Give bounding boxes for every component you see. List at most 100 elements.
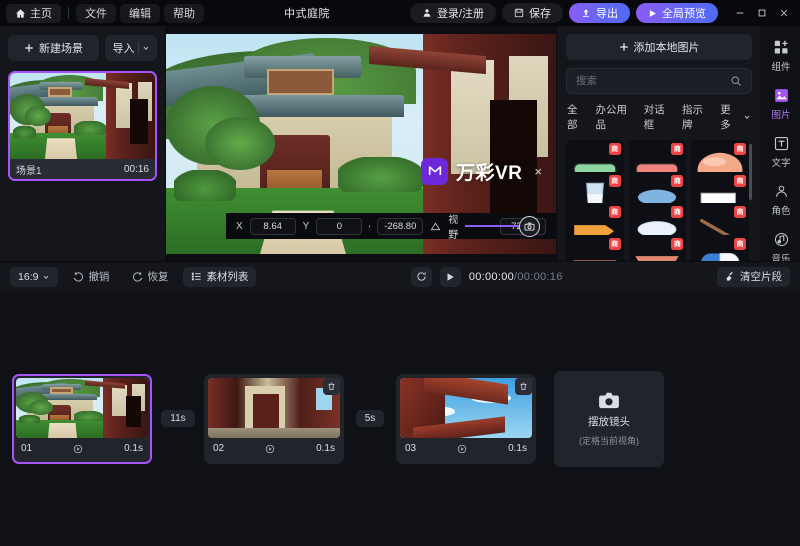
timeline-clip[interactable]: 01 0.1s (12, 373, 152, 464)
clip-play-icon[interactable] (73, 444, 83, 454)
clear-clips-button[interactable]: 清空片段 (717, 266, 790, 287)
upload-icon (581, 8, 591, 18)
menu-file[interactable]: 文件 (76, 3, 116, 23)
timeline-clip[interactable]: 02 0.1s (204, 373, 344, 464)
brand-logo-icon (421, 157, 448, 185)
commercial-badge: 商 (608, 206, 621, 218)
minimize-button[interactable] (730, 3, 750, 23)
redo-button[interactable]: 恢复 (124, 267, 176, 287)
current-time: 00:00:00 (468, 270, 515, 283)
clip-gap[interactable]: 11s (152, 410, 204, 427)
home-button[interactable]: 主页 (6, 3, 61, 23)
fov-slider[interactable] (465, 215, 541, 237)
category-office[interactable]: 办公用品 (596, 102, 635, 132)
export-button[interactable]: 导出 (569, 3, 630, 23)
clip-delete-icon[interactable] (323, 377, 340, 395)
timeline-toolbar: 16:9 撤销 恢复 素材列表 00:00:00/00:00:16 清空片段 (0, 261, 800, 291)
clip-thumbnail (400, 377, 532, 438)
watermark-text: 万彩VR (456, 162, 523, 184)
scene-name: 场景1 (16, 165, 42, 177)
close-button[interactable] (774, 3, 794, 23)
search-input[interactable] (576, 75, 725, 87)
global-preview-button[interactable]: 全局预览 (636, 3, 718, 23)
menu-edit[interactable]: 编辑 (120, 3, 160, 23)
undo-icon (73, 271, 84, 282)
y-input[interactable]: 0 (316, 217, 363, 235)
rail-item-text[interactable]: 文字 (762, 134, 800, 169)
assets-panel: 添加本地图片 全部 办公用品 对话框 指示牌 更多 (556, 26, 761, 261)
clip-artwork (16, 377, 148, 438)
rail-item-music[interactable]: 音乐 (762, 230, 800, 265)
asset-item[interactable]: 商 (566, 234, 624, 261)
scene-meta: 场景1 00:16 (10, 159, 155, 179)
clip-play-icon[interactable] (457, 444, 467, 454)
category-all[interactable]: 全部 (567, 102, 587, 132)
commercial-badge: 商 (671, 237, 684, 250)
clip-delete-icon[interactable] (515, 377, 532, 395)
camera-icon (598, 391, 620, 409)
commercial-badge: 商 (671, 174, 684, 187)
clip-duration: 0.1s (124, 443, 143, 454)
category-dialog[interactable]: 对话框 (644, 102, 673, 132)
rail-item-components[interactable]: 组件 (762, 38, 800, 73)
clip-gap[interactable]: 5s (344, 410, 396, 427)
undo-label: 撤销 (88, 271, 110, 283)
main-body: 新建场景 导入 场景1 00:16 万彩VR × X 8.64 Y 0 -268… (0, 26, 800, 313)
add-local-image-button[interactable]: 添加本地图片 (566, 34, 752, 60)
asset-item[interactable]: 商 (628, 234, 687, 261)
asset-grid[interactable]: 商 商 商 商 商 商 商 商 商 商 商 商 (566, 140, 752, 261)
commercial-badge: 商 (608, 174, 621, 187)
login-label: 登录/注册 (436, 8, 484, 20)
slider-handle-camera-icon[interactable] (519, 215, 541, 237)
asset-grid-scrollbar[interactable] (749, 144, 752, 200)
watermark: 万彩VR × (421, 157, 542, 185)
scene-duration: 00:16 (123, 163, 149, 175)
clip-thumbnail (208, 377, 340, 438)
save-button[interactable]: 保存 (502, 3, 563, 23)
watermark-close-icon[interactable]: × (534, 164, 542, 179)
aspect-ratio-dropdown[interactable]: 16:9 (10, 266, 59, 287)
category-sign[interactable]: 指示牌 (682, 102, 711, 132)
new-scene-label: 新建场景 (39, 43, 83, 55)
play-button[interactable] (439, 266, 461, 287)
commercial-badge: 商 (734, 174, 746, 187)
search-icon[interactable] (730, 75, 742, 87)
clip-duration: 0.1s (508, 443, 527, 454)
z-input[interactable]: -268.80 (377, 217, 424, 235)
clip-play-icon[interactable] (265, 444, 275, 454)
scene-card[interactable]: 场景1 00:16 (8, 71, 157, 181)
x-input[interactable]: 8.64 (249, 217, 296, 235)
maximize-button[interactable] (752, 3, 772, 23)
menu-help[interactable]: 帮助 (164, 3, 204, 23)
save-label: 保存 (529, 8, 551, 20)
gap-duration: 5s (355, 410, 385, 427)
list-icon (191, 271, 202, 282)
add-camera-title: 摆放镜头 (588, 415, 630, 428)
rail-item-character[interactable]: 角色 (762, 182, 800, 217)
asset-item[interactable]: 商 (691, 234, 749, 261)
loop-button[interactable] (410, 266, 432, 287)
export-label: 导出 (596, 8, 618, 20)
menu-edit-label: 编辑 (129, 8, 151, 20)
timeline-track[interactable]: 01 0.1s 11s 02 0.1s 5s 03 0.1s 摆放镜头 (定格当… (0, 291, 800, 546)
commercial-badge: 商 (734, 143, 746, 155)
rail-item-images[interactable]: 图片 (762, 86, 800, 121)
undo-button[interactable]: 撤销 (65, 267, 117, 287)
add-camera-button[interactable]: 摆放镜头 (定格当前视角) (554, 370, 664, 467)
material-list-button[interactable]: 素材列表 (183, 266, 257, 287)
home-label: 主页 (30, 8, 52, 20)
timeline-clip[interactable]: 03 0.1s (396, 373, 536, 464)
commercial-badge: 商 (671, 143, 684, 155)
category-more[interactable]: 更多 (720, 102, 751, 132)
image-icon (772, 86, 790, 104)
separator-dot (369, 224, 371, 228)
camera-control-bar: X 8.64 Y 0 -268.80 视野 (226, 213, 556, 241)
new-scene-button[interactable]: 新建场景 (8, 35, 99, 61)
user-icon (422, 8, 432, 18)
search-box[interactable] (566, 68, 752, 94)
play-icon (648, 9, 657, 18)
login-button[interactable]: 登录/注册 (409, 3, 496, 23)
import-button[interactable]: 导入 (105, 35, 157, 61)
commercial-badge: 商 (671, 206, 684, 218)
rail-label: 组件 (771, 62, 791, 73)
